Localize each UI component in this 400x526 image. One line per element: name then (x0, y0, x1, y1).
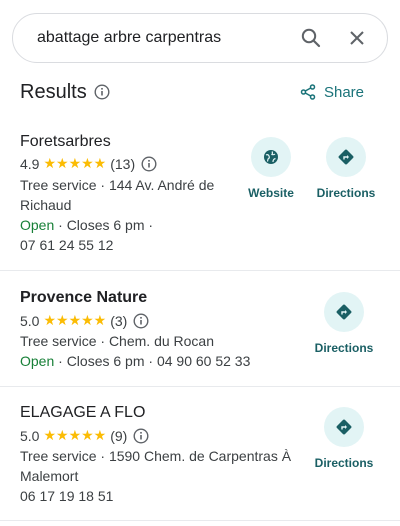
info-icon[interactable] (133, 312, 149, 329)
globe-icon (264, 150, 278, 164)
business-address: Tree service · 144 Av. André de (20, 177, 215, 193)
info-icon[interactable] (133, 427, 149, 444)
hours-row: Open · Closes 6 pm · 04 90 60 52 33 (20, 353, 250, 369)
directions-button[interactable]: Directions (306, 407, 382, 470)
phone-number[interactable]: 06 17 19 18 51 (20, 488, 113, 504)
business-name[interactable]: Foretsarbres (20, 133, 111, 151)
search-icon[interactable] (299, 26, 323, 50)
share-icon (300, 84, 316, 100)
directions-button[interactable]: Directions (306, 292, 382, 355)
directions-label: Directions (316, 186, 376, 200)
rating-value: 5.0 (20, 427, 40, 444)
business-name[interactable]: Provence Nature (20, 289, 147, 307)
rating-row: 5.0 ★★★★★ (3) (20, 312, 149, 329)
close-icon[interactable] (345, 26, 369, 50)
website-label: Website (248, 186, 294, 200)
review-count[interactable]: (9) (110, 428, 127, 444)
open-status: Open (20, 353, 55, 369)
star-rating-icon: ★★★★★ (43, 427, 107, 443)
share-label: Share (323, 83, 364, 101)
info-icon[interactable] (141, 155, 157, 172)
star-rating-icon: ★★★★★ (43, 312, 107, 328)
rating-value: 5.0 (20, 312, 40, 329)
website-button[interactable]: Website (233, 137, 309, 200)
open-status: Open (20, 217, 55, 233)
phone-number[interactable]: 07 61 24 55 12 (20, 237, 113, 253)
divider (0, 386, 400, 387)
directions-icon (338, 149, 354, 165)
share-button[interactable]: Share (300, 78, 364, 106)
business-address: Tree service · Chem. du Rocan (20, 333, 214, 349)
directions-label: Directions (314, 456, 374, 470)
rating-row: 4.9 ★★★★★ (13) (20, 155, 157, 172)
closing-time-phone: · Closes 6 pm · 04 90 60 52 33 (54, 353, 251, 369)
business-name[interactable]: ELAGAGE A FLO (20, 404, 145, 422)
info-icon[interactable] (94, 84, 110, 100)
directions-button[interactable]: Directions (308, 137, 384, 200)
search-input[interactable]: abattage arbre carpentras (37, 29, 387, 47)
review-count[interactable]: (3) (110, 313, 127, 329)
divider (0, 520, 400, 521)
rating-value: 4.9 (20, 155, 40, 172)
divider (0, 270, 400, 271)
star-rating-icon: ★★★★★ (43, 155, 107, 171)
business-address-cont: Malemort (20, 468, 79, 484)
results-header: Results Share (20, 78, 380, 106)
business-address: Tree service · 1590 Chem. de Carpentras … (20, 448, 292, 464)
business-address-cont: Richaud (20, 197, 72, 213)
search-bar[interactable]: abattage arbre carpentras (12, 13, 388, 63)
directions-icon (336, 419, 352, 435)
directions-icon (336, 304, 352, 320)
review-count[interactable]: (13) (110, 156, 135, 172)
closing-time: · Closes 6 pm · (54, 217, 154, 233)
results-title: Results (20, 80, 87, 103)
directions-label: Directions (314, 341, 374, 355)
hours-row: Open · Closes 6 pm · (20, 217, 153, 233)
rating-row: 5.0 ★★★★★ (9) (20, 427, 149, 444)
